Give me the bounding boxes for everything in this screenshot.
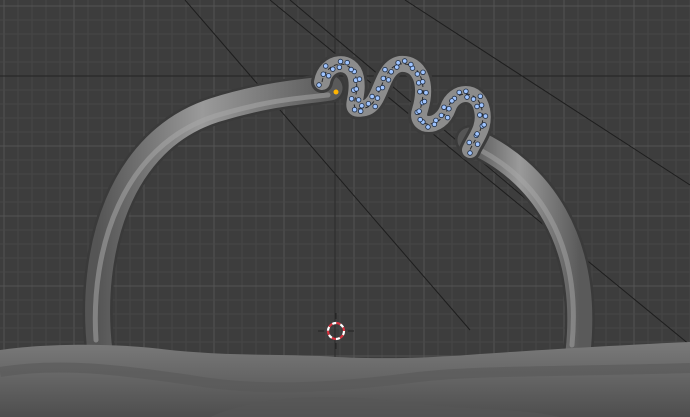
control-point[interactable]	[416, 108, 422, 114]
control-point[interactable]	[365, 100, 372, 107]
control-point[interactable]	[402, 58, 408, 64]
control-point[interactable]	[417, 116, 423, 123]
control-point[interactable]	[420, 69, 426, 75]
control-point[interactable]	[375, 86, 382, 92]
control-point[interactable]	[449, 98, 455, 104]
control-point[interactable]	[470, 96, 477, 102]
control-point[interactable]	[446, 105, 452, 112]
control-point[interactable]	[385, 77, 392, 83]
control-point[interactable]	[463, 88, 469, 94]
control-point[interactable]	[380, 75, 386, 82]
control-point[interactable]	[464, 94, 470, 100]
control-point[interactable]	[372, 103, 378, 110]
control-point[interactable]	[344, 59, 350, 66]
control-point[interactable]	[374, 95, 381, 101]
control-point[interactable]	[467, 150, 473, 156]
control-point[interactable]	[481, 122, 487, 128]
control-point[interactable]	[477, 112, 483, 118]
control-point[interactable]	[444, 114, 451, 121]
control-point[interactable]	[421, 98, 428, 105]
control-point[interactable]	[425, 124, 431, 130]
control-point[interactable]	[330, 66, 336, 72]
3d-viewport[interactable]	[0, 0, 690, 417]
control-point[interactable]	[336, 64, 343, 70]
control-point[interactable]	[441, 104, 447, 110]
control-point[interactable]	[323, 63, 329, 69]
control-point[interactable]	[456, 89, 462, 96]
control-point[interactable]	[351, 106, 358, 113]
control-point[interactable]	[388, 69, 394, 75]
control-point[interactable]	[431, 121, 438, 128]
control-point[interactable]	[358, 108, 364, 114]
control-point[interactable]	[355, 97, 362, 103]
control-point[interactable]	[353, 86, 359, 92]
control-point[interactable]	[482, 113, 489, 119]
control-point[interactable]	[477, 93, 483, 99]
control-point[interactable]	[382, 66, 388, 73]
control-point[interactable]	[394, 64, 400, 70]
control-point[interactable]	[316, 82, 322, 88]
control-point[interactable]	[478, 102, 485, 108]
control-point[interactable]	[320, 71, 326, 77]
viewport-canvas[interactable]	[0, 0, 690, 417]
control-point[interactable]	[356, 76, 363, 82]
control-point[interactable]	[408, 61, 414, 68]
control-point[interactable]	[420, 79, 426, 85]
control-point[interactable]	[325, 73, 332, 79]
control-point[interactable]	[348, 66, 354, 73]
control-point[interactable]	[414, 71, 421, 77]
control-point[interactable]	[337, 58, 344, 65]
active-vertex-marker[interactable]	[333, 89, 339, 95]
control-point[interactable]	[423, 89, 429, 96]
control-point[interactable]	[474, 131, 480, 137]
control-point[interactable]	[395, 60, 401, 66]
control-point[interactable]	[348, 96, 355, 102]
control-point[interactable]	[359, 103, 365, 109]
control-point[interactable]	[417, 88, 423, 95]
control-point[interactable]	[474, 141, 481, 147]
control-point[interactable]	[369, 93, 375, 100]
control-point[interactable]	[466, 139, 472, 146]
control-point[interactable]	[474, 103, 480, 110]
control-point[interactable]	[438, 112, 445, 119]
